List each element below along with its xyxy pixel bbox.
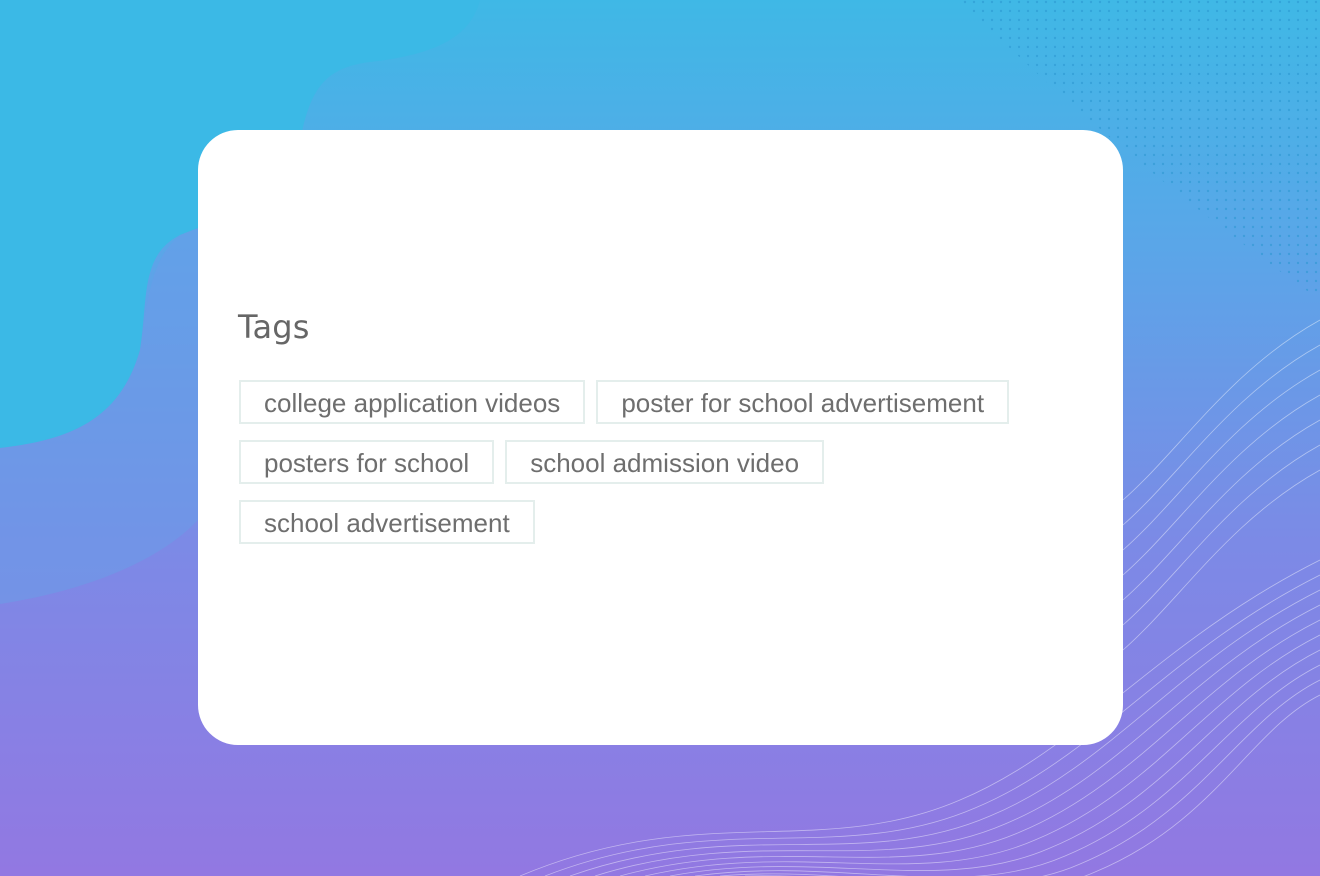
tag-poster-for-school-advertisement[interactable]: poster for school advertisement [596, 380, 1010, 424]
tag-list: college application videos poster for sc… [239, 380, 1079, 544]
tags-card: Tags college application videos poster f… [198, 130, 1123, 745]
tags-heading: Tags [238, 308, 310, 346]
tag-posters-for-school[interactable]: posters for school [239, 440, 495, 484]
tag-school-admission-video[interactable]: school admission video [505, 440, 825, 484]
tag-school-advertisement[interactable]: school advertisement [239, 500, 535, 544]
tag-college-application-videos[interactable]: college application videos [239, 380, 586, 424]
